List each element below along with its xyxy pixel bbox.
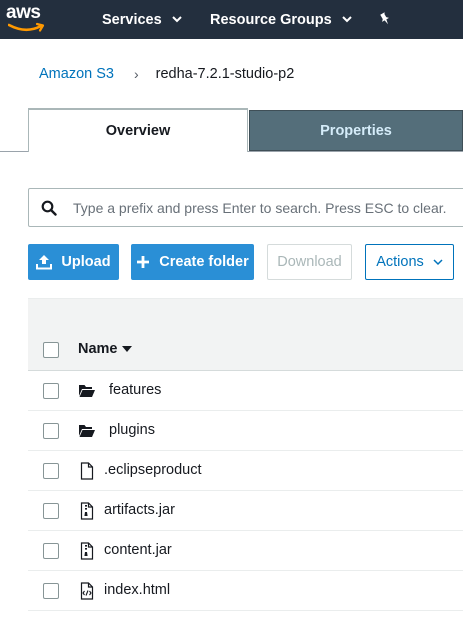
- file-code-icon: [80, 582, 94, 600]
- create-folder-label: Create folder: [159, 254, 249, 270]
- actions-label: Actions: [376, 254, 424, 270]
- file-archive-icon: [80, 542, 94, 560]
- search-input[interactable]: [73, 190, 463, 225]
- table-row[interactable]: index.html: [28, 571, 463, 611]
- row-checkbox[interactable]: [43, 463, 59, 479]
- row-name[interactable]: artifacts.jar: [104, 502, 175, 518]
- table-row[interactable]: features: [28, 371, 463, 411]
- resource-groups-menu[interactable]: Resource Groups: [210, 0, 352, 39]
- row-name[interactable]: plugins: [109, 422, 155, 438]
- row-name[interactable]: index.html: [104, 582, 170, 598]
- breadcrumb-current-bucket: redha-7.2.1-studio-p2: [155, 66, 295, 82]
- breadcrumb-separator: ›: [133, 66, 139, 82]
- create-folder-button[interactable]: Create folder: [131, 244, 254, 280]
- table-row[interactable]: artifacts.jar: [28, 491, 463, 531]
- upload-button[interactable]: Upload: [28, 244, 119, 280]
- row-name[interactable]: .eclipseproduct: [104, 462, 202, 478]
- services-menu[interactable]: Services: [102, 0, 182, 39]
- tab-properties[interactable]: Properties: [249, 110, 463, 151]
- breadcrumb-amazon-s3[interactable]: Amazon S3: [39, 66, 114, 82]
- file-icon: [80, 462, 94, 480]
- search-box: [28, 188, 463, 227]
- aws-logo[interactable]: aws: [6, 2, 50, 36]
- name-column-header[interactable]: Name: [78, 341, 132, 357]
- breadcrumb: Amazon S3 › redha-7.2.1-studio-p2: [39, 64, 294, 84]
- aws-smile-icon: [8, 22, 45, 32]
- plus-icon: [137, 256, 150, 268]
- chevron-down-icon: [171, 16, 182, 23]
- resource-groups-label: Resource Groups: [210, 11, 332, 28]
- table-row[interactable]: plugins: [28, 411, 463, 451]
- tab-overview-label: Overview: [105, 123, 171, 139]
- table-row[interactable]: content.jar: [28, 531, 463, 571]
- tab-overview[interactable]: Overview: [28, 108, 248, 152]
- table-toolbar-band: [28, 298, 463, 328]
- download-button[interactable]: Download: [267, 244, 352, 280]
- table-header: Name: [28, 328, 463, 371]
- row-checkbox[interactable]: [43, 583, 59, 599]
- search-icon: [41, 200, 57, 216]
- services-label: Services: [102, 11, 162, 28]
- row-checkbox[interactable]: [43, 423, 59, 439]
- pushpin-icon[interactable]: [378, 12, 392, 26]
- row-checkbox[interactable]: [43, 383, 59, 399]
- chevron-down-icon: [433, 258, 443, 265]
- row-checkbox[interactable]: [43, 543, 59, 559]
- folder-open-icon: [79, 385, 95, 397]
- chevron-down-icon: [341, 16, 352, 23]
- row-name[interactable]: content.jar: [104, 542, 172, 558]
- table-row[interactable]: .eclipseproduct: [28, 451, 463, 491]
- folder-open-icon: [79, 425, 95, 437]
- file-archive-icon: [80, 502, 94, 520]
- top-nav: aws Services Resource Groups: [0, 0, 463, 39]
- tab-properties-label: Properties: [320, 122, 392, 139]
- select-all-checkbox[interactable]: [43, 342, 59, 358]
- row-checkbox[interactable]: [43, 503, 59, 519]
- actions-dropdown[interactable]: Actions: [365, 244, 454, 280]
- row-name[interactable]: features: [109, 382, 161, 398]
- name-column-label: Name: [78, 341, 118, 357]
- upload-icon: [36, 255, 53, 270]
- download-label: Download: [277, 254, 342, 270]
- sort-descending-icon: [121, 346, 132, 352]
- upload-label: Upload: [61, 254, 111, 270]
